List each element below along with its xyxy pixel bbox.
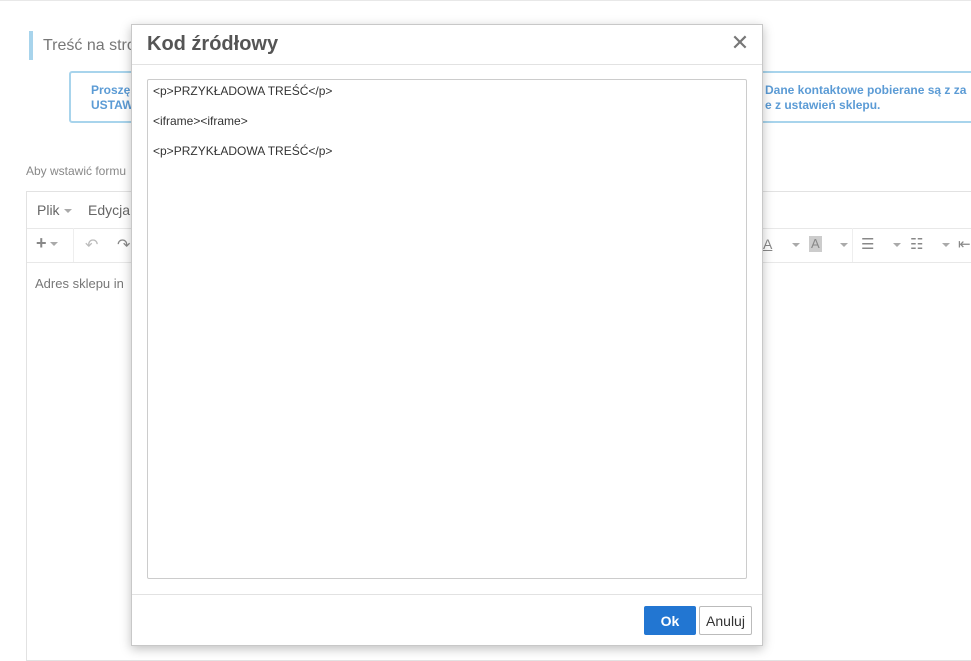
close-icon[interactable]: ✕ [729,32,751,54]
font-color-icon[interactable]: A [763,236,772,252]
info-text-left: Proszę USTAW [91,83,134,112]
redo-icon[interactable]: ↷ [117,235,130,255]
menu-file[interactable]: Plik [37,202,72,218]
source-code-dialog: Kod źródłowy ✕ <p>PRZYKŁADOWA TREŚĆ</p> … [131,24,763,646]
outdent-icon[interactable]: ⇤ [958,235,971,253]
cancel-button[interactable]: Anuluj [699,606,752,635]
plus-icon[interactable]: + [36,233,58,254]
chevron-down-icon [63,209,72,214]
dialog-title: Kod źródłowy [147,33,279,55]
numbered-list-icon[interactable]: ☷ [910,235,923,253]
dialog-header: Kod źródłowy ✕ [132,25,762,65]
dialog-footer: Ok Anuluj [132,594,762,647]
ok-button[interactable]: Ok [644,606,696,635]
code-line: <p>PRZYKŁADOWA TREŚĆ</p> [153,84,333,98]
source-code-textarea[interactable]: <p>PRZYKŁADOWA TREŚĆ</p> <iframe><iframe… [147,79,747,579]
menu-edit[interactable]: Edycja [88,202,130,218]
section-title: Treść na stro [29,31,136,60]
code-line: <iframe><iframe> [153,114,248,128]
editor-content[interactable]: Adres sklepu in [35,276,124,291]
top-divider [0,0,971,1]
undo-icon[interactable]: ↶ [85,235,98,255]
code-line: <p>PRZYKŁADOWA TREŚĆ</p> [153,144,333,158]
bullet-list-icon[interactable]: ☰ [861,235,874,253]
info-text-right: Dane kontaktowe pobierane są z za e z us… [765,83,967,112]
background-color-icon[interactable]: A [809,236,822,252]
hint-text: Aby wstawić formu [26,164,127,178]
